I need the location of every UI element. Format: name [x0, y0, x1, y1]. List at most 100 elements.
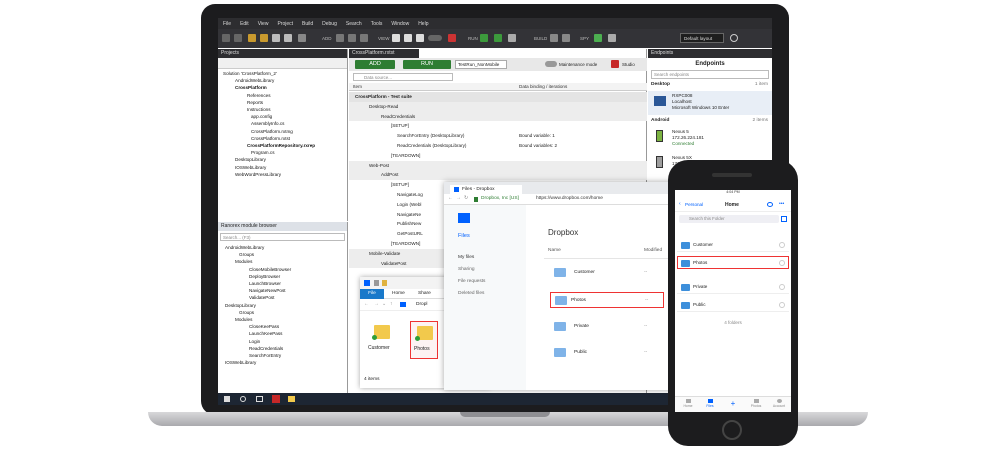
- search-icon[interactable]: [240, 396, 246, 402]
- studio-label[interactable]: Studio: [622, 62, 635, 67]
- forward-arrow-icon[interactable]: →: [456, 196, 461, 201]
- chevron-circle-icon[interactable]: [779, 284, 785, 290]
- tree-item[interactable]: DesktopLibrary: [221, 302, 344, 309]
- endpoint-desktop[interactable]: RXPC008 Localhost Microsoft Windows 10 E…: [648, 91, 772, 115]
- settings-icon[interactable]: [608, 34, 616, 42]
- tree-item[interactable]: AssemblyInfo.cs: [221, 120, 344, 127]
- explorer-folder-customer[interactable]: Customer: [368, 321, 396, 357]
- suite-row[interactable]: Desktop-Read: [349, 101, 647, 112]
- phone-folder-photos[interactable]: Photos: [677, 256, 789, 269]
- run-config-select[interactable]: TestRun_NonMobile: [455, 60, 507, 69]
- tree-item[interactable]: Reports: [221, 99, 344, 106]
- menu-edit[interactable]: Edit: [240, 21, 249, 27]
- forward-icon[interactable]: [234, 34, 242, 42]
- tree-item[interactable]: DeployBrowser: [221, 273, 344, 280]
- tree-item[interactable]: AndroidWebLibrary: [221, 77, 344, 84]
- toggle-icon[interactable]: [428, 35, 442, 41]
- menu-view[interactable]: View: [258, 21, 269, 27]
- studio-icon[interactable]: [611, 60, 619, 68]
- maintenance-toggle[interactable]: [545, 61, 557, 67]
- nav-sharing[interactable]: Sharing: [458, 267, 475, 272]
- file-row-private[interactable]: Private --: [548, 318, 678, 336]
- browser-tab[interactable]: Files - Dropbox: [450, 185, 522, 194]
- tree-item[interactable]: DesktopLibrary: [221, 156, 344, 163]
- tree-item[interactable]: CloseKeePass: [221, 323, 344, 330]
- tree-item[interactable]: Solution 'CrossPlatform_2': [221, 70, 344, 77]
- tree-item[interactable]: Program.cs: [221, 149, 344, 156]
- file-row-photos[interactable]: Photos --: [550, 292, 664, 308]
- suite-row[interactable]: ReadCredentials: [349, 111, 647, 122]
- code-icon[interactable]: [360, 34, 368, 42]
- file-row-public[interactable]: Public --: [548, 344, 678, 362]
- chevron-circle-icon[interactable]: [779, 260, 785, 266]
- add-icon[interactable]: [336, 34, 344, 42]
- toolbar-view-label[interactable]: VIEW: [378, 36, 390, 41]
- nav-my-files[interactable]: My files: [458, 255, 474, 260]
- tree-item[interactable]: IOSWebLibrary: [221, 359, 344, 366]
- back-chevron-icon[interactable]: ‹: [679, 201, 681, 207]
- tree-item[interactable]: ValidatePost: [221, 294, 344, 301]
- spy-icon[interactable]: [594, 34, 602, 42]
- tree-item[interactable]: AndroidWebLibrary: [221, 244, 344, 251]
- tree-item[interactable]: Groups: [221, 309, 344, 316]
- run-selected-icon[interactable]: [494, 34, 502, 42]
- explorer-path[interactable]: Dropl: [416, 302, 427, 307]
- suite-row[interactable]: Web-Post: [349, 160, 647, 171]
- chevron-circle-icon[interactable]: [779, 242, 785, 248]
- tree-item[interactable]: LaunchBrowser: [221, 280, 344, 287]
- ribbon-tab-file[interactable]: File: [360, 289, 384, 299]
- tree-item[interactable]: CrossPlatform.rxtmg: [221, 128, 344, 135]
- endpoint-android-1[interactable]: Nexus 5 172.26.224.181 Connected: [648, 125, 772, 151]
- tree-item[interactable]: Modules: [221, 316, 344, 323]
- suite-row[interactable]: CrossPlatform - Test suite: [349, 92, 647, 102]
- reload-icon[interactable]: ↻: [464, 196, 468, 201]
- suite-row[interactable]: [SETUP]: [349, 121, 647, 131]
- tab-crossplatform-rxtst[interactable]: CrossPlatform.rxtst: [349, 49, 419, 58]
- layout-dropdown[interactable]: Default layout: [680, 33, 724, 43]
- nav-file-requests[interactable]: File requests: [458, 279, 485, 284]
- windows-start-icon[interactable]: [224, 396, 230, 402]
- home-icon[interactable]: [508, 34, 516, 42]
- menu-build[interactable]: Build: [302, 21, 313, 27]
- panel-icon[interactable]: [416, 34, 424, 42]
- phone-folder-public[interactable]: Public: [677, 298, 789, 312]
- add-button[interactable]: ADD: [355, 60, 395, 69]
- column-modified[interactable]: Modified: [644, 248, 662, 253]
- menu-help[interactable]: Help: [418, 21, 428, 27]
- ranorex-taskbar-icon[interactable]: [272, 395, 280, 403]
- toolbar-build-label[interactable]: BUILD: [534, 36, 547, 41]
- column-name[interactable]: Name: [548, 248, 561, 253]
- suite-row[interactable]: AddPost: [349, 170, 647, 181]
- open-folder-icon[interactable]: [248, 34, 256, 42]
- suite-row[interactable]: ReadCredentials (DesktopLibrary) Bound va…: [349, 141, 647, 151]
- menu-tools[interactable]: Tools: [371, 21, 383, 27]
- phone-search-input[interactable]: Search this Folder: [679, 215, 779, 223]
- build-all-icon[interactable]: [562, 34, 570, 42]
- tab-account[interactable]: Account: [771, 399, 787, 408]
- data-source-field[interactable]: Data source...: [353, 73, 453, 81]
- run-button[interactable]: RUN: [403, 60, 451, 69]
- tree-item[interactable]: CrossPlatform: [221, 84, 344, 91]
- new-folder-icon[interactable]: [382, 280, 387, 286]
- search-endpoints-input[interactable]: Search endpoints: [651, 70, 769, 79]
- suite-row[interactable]: SearchForEntry (DesktopLibrary) Bound var…: [349, 131, 647, 141]
- home-button[interactable]: [722, 420, 742, 440]
- properties-icon[interactable]: [374, 280, 379, 286]
- suite-row[interactable]: [TEARDOWN]: [349, 151, 647, 161]
- module-search-input[interactable]: Search... (F3): [220, 233, 345, 241]
- tree-item[interactable]: Groups: [221, 251, 344, 258]
- list-view-icon[interactable]: [781, 216, 787, 222]
- back-arrow-icon[interactable]: ←: [364, 302, 369, 307]
- toolbar-add-label[interactable]: ADD: [322, 36, 332, 41]
- tab-files[interactable]: Files: [703, 399, 717, 408]
- tree-item[interactable]: CrossPlatform.rxtst: [221, 135, 344, 142]
- up-arrow-icon[interactable]: ↑: [390, 302, 392, 307]
- chevron-circle-icon[interactable]: [779, 302, 785, 308]
- nav-files[interactable]: Files: [458, 233, 470, 239]
- tab-photos[interactable]: Photos: [749, 399, 763, 408]
- tree-item[interactable]: WebWordPressLibrary: [221, 171, 344, 178]
- run-icon[interactable]: [480, 34, 488, 42]
- tab-home[interactable]: Home: [681, 399, 695, 408]
- build-icon[interactable]: [550, 34, 558, 42]
- ribbon-tab-home[interactable]: Home: [392, 291, 405, 296]
